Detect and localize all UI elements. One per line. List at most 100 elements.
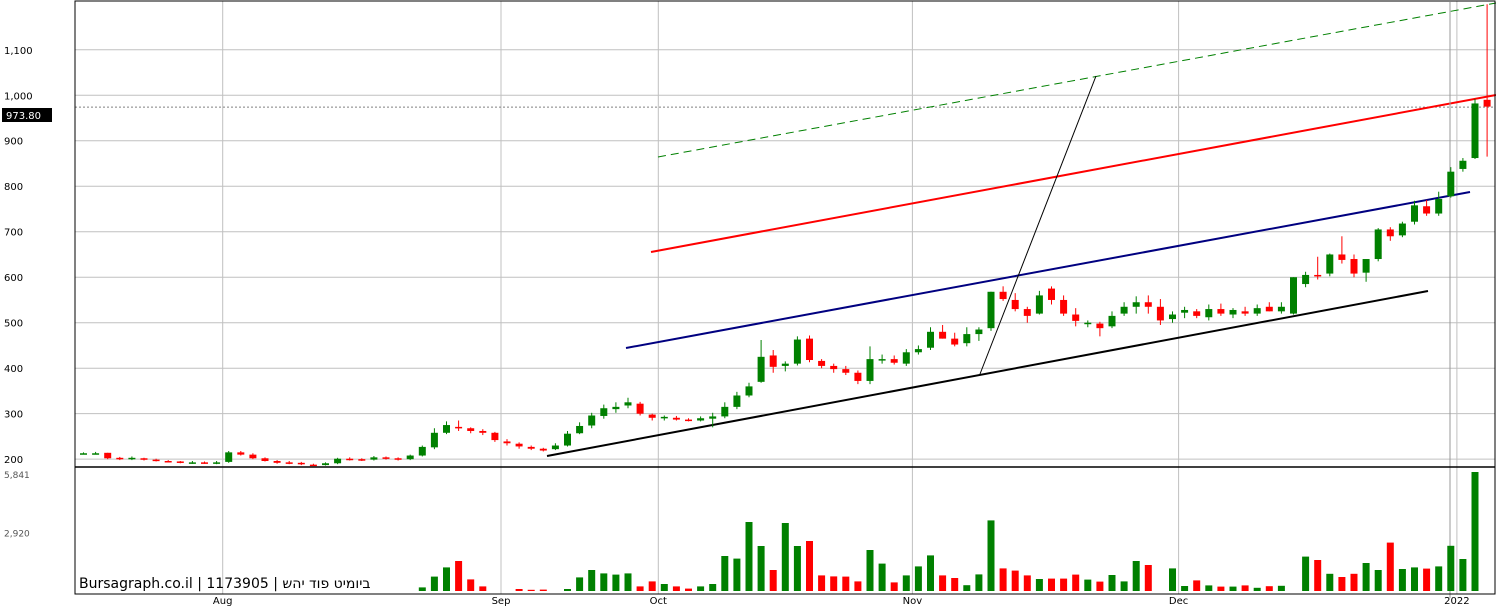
candle-body: [394, 458, 402, 460]
watermark: Bursagraph.co.il | 1173905 | ביומיט פוד …: [79, 576, 370, 592]
candle-body: [225, 452, 233, 462]
volume-bar: [878, 563, 886, 591]
month-label: Dec: [1169, 596, 1188, 606]
volume-bar: [721, 556, 729, 591]
candle-body: [1193, 311, 1201, 316]
candle-body: [612, 406, 620, 410]
volume-bar: [1217, 586, 1225, 591]
candle-body: [951, 338, 959, 345]
candle-body: [467, 428, 475, 431]
candle-body: [164, 460, 172, 463]
candle-body: [902, 352, 910, 364]
candle-body: [914, 349, 922, 353]
volume-bar: [1060, 578, 1068, 591]
candle-body: [1447, 171, 1455, 197]
candle-body: [793, 339, 801, 364]
month-label: Nov: [903, 596, 923, 606]
volume-bar: [1120, 581, 1128, 591]
candle-body: [527, 446, 535, 449]
candle: [104, 452, 112, 460]
candle-body: [1253, 308, 1261, 314]
candle-body: [1060, 299, 1068, 314]
candle-body: [443, 425, 450, 433]
volume-bar: [672, 586, 680, 591]
candle: [225, 450, 233, 463]
volume-bar: [963, 585, 971, 591]
volume-bar: [793, 546, 801, 591]
candle-body: [309, 464, 317, 467]
candle-body: [273, 460, 281, 463]
candle-body: [322, 463, 329, 466]
candle-body: [176, 461, 184, 463]
volume-bar: [818, 575, 826, 591]
price-tick-label: 700: [4, 228, 23, 239]
candle: [1471, 98, 1479, 159]
candle-body: [564, 433, 571, 446]
month-label: Oct: [650, 596, 667, 606]
volume-bar: [430, 576, 438, 591]
candle-body: [152, 459, 160, 462]
price-tick-label: 200: [4, 455, 23, 466]
stock-chart: 200 300 400 500 600 700 800 900 1,000 1,100 2,920 5…: [0, 0, 1496, 607]
volume-bar: [842, 576, 850, 591]
candle-body: [334, 458, 342, 464]
candle-body: [213, 462, 221, 464]
price-tick-label: 800: [4, 182, 23, 193]
price-tag: 973.80: [2, 108, 52, 122]
candle: [1374, 228, 1382, 262]
candle-body: [479, 430, 487, 433]
candle-body: [1229, 309, 1237, 315]
candle-body: [1181, 309, 1189, 313]
candle-body: [927, 331, 934, 348]
candle-body: [1277, 306, 1285, 312]
volume-bar: [927, 555, 934, 591]
candle-body: [939, 331, 947, 339]
volume-bar: [467, 579, 475, 591]
candle-body: [1423, 206, 1431, 214]
candle-body: [237, 452, 245, 455]
volume-bar: [1302, 556, 1310, 591]
candle-body: [781, 363, 789, 366]
candle-body: [830, 365, 838, 370]
volume-bar: [1169, 568, 1176, 591]
candle-body: [975, 329, 983, 335]
candle-body: [818, 360, 826, 366]
volume-bar: [709, 584, 717, 591]
volume-bar: [539, 589, 547, 591]
volume-bar: [769, 570, 777, 591]
volume-bar: [418, 587, 426, 591]
candle-body: [1072, 314, 1080, 321]
volume-bar: [1084, 579, 1092, 591]
candle-body: [358, 459, 366, 461]
candle-body: [1023, 309, 1031, 316]
candle-body: [1096, 323, 1104, 329]
candle-body: [104, 452, 112, 459]
candle-body: [1435, 198, 1443, 214]
volume-bar: [1253, 587, 1261, 591]
candle: [636, 401, 644, 416]
candle: [1398, 221, 1406, 238]
volume-bar: [527, 589, 535, 591]
month-label: Sep: [492, 596, 511, 606]
candle-body: [261, 458, 269, 461]
volume-bar: [1326, 573, 1334, 591]
chart-svg: 200 300 400 500 600 700 800 900 1,000 1,100 2,920 5…: [0, 0, 1496, 607]
candle-body: [672, 417, 680, 420]
candle-body: [539, 448, 547, 451]
volume-bar: [600, 573, 608, 591]
candle-body: [1205, 309, 1213, 318]
volume-bar: [1011, 570, 1019, 591]
volume-bar: [914, 566, 922, 591]
volume-bar: [951, 578, 959, 591]
candle-body: [1241, 311, 1249, 314]
candle-body: [1483, 99, 1491, 107]
volume-bar: [1447, 545, 1455, 591]
month-label: Aug: [213, 596, 233, 606]
candle-body: [648, 414, 656, 418]
candle-body: [406, 455, 414, 460]
candle-body: [600, 408, 608, 416]
candle-body: [1326, 254, 1334, 274]
candle-body: [721, 406, 729, 417]
candle-body: [733, 395, 741, 407]
volume-bar: [588, 570, 596, 591]
